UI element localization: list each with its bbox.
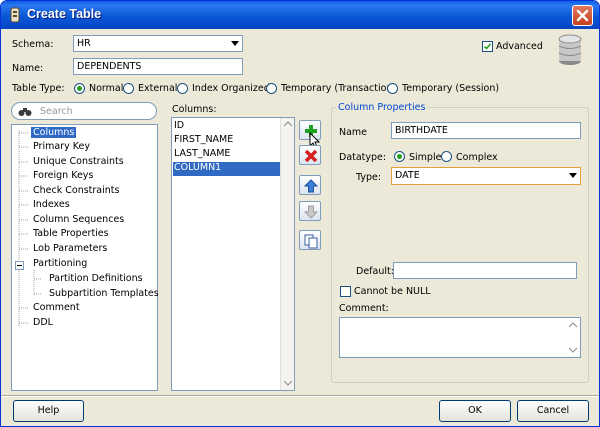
column-name-input[interactable]: BIRTHDATE (391, 122, 581, 139)
tree-item-column-sequences[interactable]: Column Sequences (33, 214, 124, 225)
scroll-up-icon[interactable] (284, 121, 292, 127)
move-up-button[interactable] (299, 175, 321, 195)
title-bar[interactable]: Create Table (1, 1, 599, 29)
chevron-down-icon (569, 173, 577, 178)
search-placeholder: Search (40, 106, 73, 117)
radio-temporary-session[interactable] (387, 83, 398, 94)
column-item[interactable]: ID (173, 120, 280, 134)
arrow-down-icon (303, 205, 319, 219)
create-table-dialog: Create Table Schema: HR Advanced Name: D… (0, 0, 600, 427)
tree-item-table-properties[interactable]: Table Properties (33, 228, 109, 239)
checkmark-icon (483, 43, 492, 50)
columns-list: ID FIRST_NAME LAST_NAME COLUMN1 (171, 117, 295, 391)
radio-normal-label: Normal (89, 83, 124, 94)
scroll-up-icon[interactable] (569, 322, 577, 328)
radio-index-organized[interactable] (177, 83, 188, 94)
column-name-value: BIRTHDATE (395, 125, 448, 136)
table-name-value: DEPENDENTS (77, 61, 142, 72)
bottom-separator (1, 395, 599, 397)
tree-item-lob-parameters[interactable]: Lob Parameters (33, 243, 107, 254)
table-name-input[interactable]: DEPENDENTS (73, 58, 243, 75)
name-label: Name: (12, 63, 44, 74)
default-label: Default: (356, 266, 394, 277)
radio-complex-label: Complex (456, 152, 498, 163)
column-item-selected[interactable]: COLUMN1 (173, 162, 280, 176)
binoculars-icon (18, 108, 32, 116)
cannot-be-null-checkbox[interactable] (340, 286, 351, 297)
type-value: DATE (395, 170, 420, 181)
ok-button[interactable]: OK (439, 400, 511, 422)
scroll-down-icon[interactable] (569, 347, 577, 353)
datatype-label: Datatype: (339, 152, 387, 163)
type-select[interactable]: DATE (391, 167, 581, 185)
navigation-tree: Columns Primary Key Unique Constraints F… (11, 124, 159, 391)
radio-simple-label: Simple (409, 152, 442, 163)
columns-scrollbar[interactable] (280, 118, 294, 390)
search-field[interactable]: Search (11, 102, 157, 120)
radio-temporary-transaction-label: Temporary (Transaction) (281, 83, 397, 94)
radio-external[interactable] (123, 83, 134, 94)
type-label: Type: (356, 172, 382, 183)
tree-item-indexes[interactable]: Indexes (33, 199, 70, 210)
tree-item-ddl[interactable]: DDL (33, 317, 53, 328)
scroll-down-icon[interactable] (284, 380, 292, 386)
move-down-button[interactable] (299, 201, 321, 221)
help-button-label: Help (37, 405, 60, 416)
column-item[interactable]: LAST_NAME (173, 148, 280, 162)
window-title: Create Table (27, 7, 102, 21)
chevron-down-icon (231, 41, 239, 46)
column-item[interactable]: FIRST_NAME (173, 134, 280, 148)
advanced-label: Advanced (496, 41, 543, 52)
tree-item-partition-definitions[interactable]: Partition Definitions (49, 273, 143, 284)
comment-label: Comment: (339, 303, 389, 314)
remove-icon (304, 149, 318, 163)
advanced-checkbox[interactable] (482, 41, 493, 52)
cannot-be-null-label: Cannot be NULL (354, 286, 431, 297)
radio-temporary-session-label: Temporary (Session) (402, 83, 500, 94)
ok-button-label: OK (468, 405, 482, 416)
radio-external-label: External (138, 83, 178, 94)
remove-column-button[interactable] (299, 145, 321, 165)
radio-index-organized-label: Index Organized (192, 83, 270, 94)
copy-column-button[interactable] (299, 230, 321, 250)
close-button[interactable] (572, 5, 593, 26)
tree-item-partitioning[interactable]: Partitioning (33, 258, 87, 269)
arrow-up-icon (303, 179, 319, 193)
tree-item-primary-key[interactable]: Primary Key (33, 141, 90, 152)
schema-value: HR (77, 38, 91, 49)
app-icon (10, 7, 20, 23)
tree-item-foreign-keys[interactable]: Foreign Keys (33, 170, 93, 181)
tree-item-unique-constraints[interactable]: Unique Constraints (33, 156, 124, 167)
radio-simple[interactable] (394, 151, 405, 162)
cancel-button-label: Cancel (536, 405, 570, 416)
radio-normal[interactable] (74, 83, 85, 94)
table-type-label: Table Type: (12, 83, 65, 94)
schema-label: Schema: (12, 39, 54, 50)
tree-item-check-constraints[interactable]: Check Constraints (33, 185, 119, 196)
comment-textarea[interactable] (339, 317, 581, 358)
column-name-label: Name (339, 127, 368, 138)
tree-item-subpartition-templates[interactable]: Subpartition Templates (49, 288, 159, 299)
tree-item-columns[interactable]: Columns (31, 127, 77, 138)
close-icon (576, 9, 589, 22)
cancel-button[interactable]: Cancel (517, 400, 589, 422)
database-icon (558, 34, 582, 65)
columns-label: Columns: (172, 104, 217, 115)
schema-select[interactable]: HR (73, 35, 243, 52)
tree-item-comment[interactable]: Comment (33, 302, 80, 313)
radio-temporary-transaction[interactable] (266, 83, 277, 94)
copy-icon (304, 234, 318, 249)
default-input[interactable] (393, 262, 577, 279)
column-properties-legend: Column Properties (336, 102, 428, 113)
collapse-icon[interactable] (15, 261, 24, 270)
help-button[interactable]: Help (13, 400, 84, 422)
radio-complex[interactable] (441, 151, 452, 162)
